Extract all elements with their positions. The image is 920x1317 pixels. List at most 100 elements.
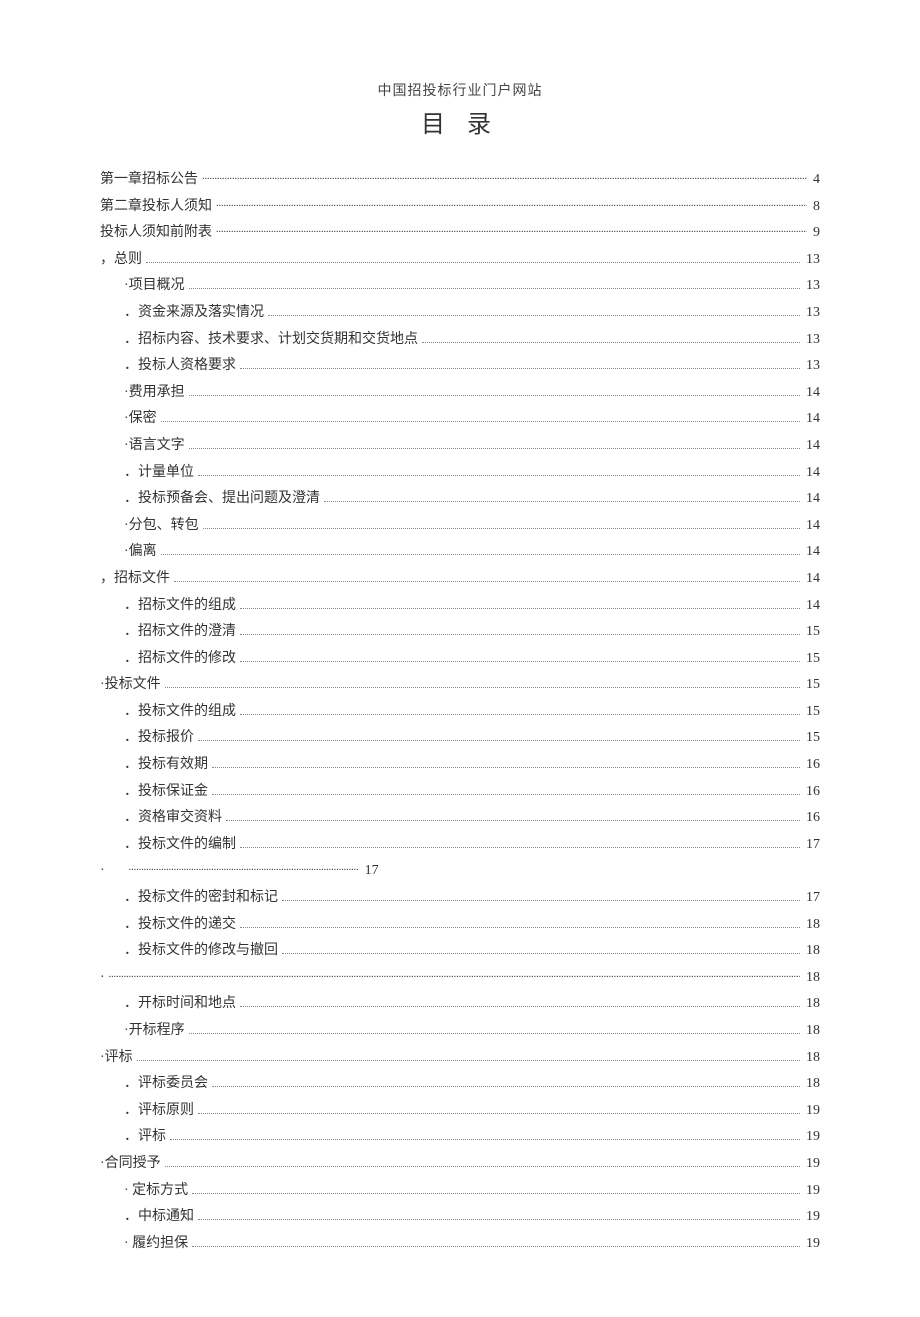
toc-entry-page: 19	[804, 1178, 820, 1205]
toc-entry-text: ·评标	[100, 1045, 133, 1072]
toc-entry: ·合同授予19	[100, 1151, 820, 1178]
toc-leader	[189, 448, 800, 449]
toc-entry: ·投标文件 15	[100, 672, 820, 699]
toc-entry: ．评标委员会18	[100, 1071, 820, 1098]
toc-entry: ．招标文件的修改 15	[100, 646, 820, 673]
toc-entry: ·开标程序18	[100, 1018, 820, 1045]
toc-entry-page: 8	[811, 194, 820, 221]
toc-entry-page: 13	[804, 247, 820, 274]
toc-entry: ·17	[100, 858, 820, 885]
toc-entry-page: 19	[804, 1231, 820, 1258]
toc-entry-page: 14	[804, 539, 820, 566]
toc-entry-page: 14	[804, 406, 820, 433]
toc-entry: ·分包、转包 14	[100, 513, 820, 540]
toc-entry-page: 15	[804, 725, 820, 752]
toc-leader	[109, 967, 800, 981]
toc-entry-page: 19	[804, 1124, 820, 1151]
toc-leader	[192, 1193, 800, 1194]
toc-entry-text: ．中标通知	[124, 1204, 194, 1231]
toc-leader	[198, 1219, 800, 1220]
toc-entry: ·偏离14	[100, 539, 820, 566]
toc-entry: 第二章投标人须知 8	[100, 194, 820, 221]
toc-entry: ．资格审交资料16	[100, 805, 820, 832]
toc-entry-page: 19	[804, 1098, 820, 1125]
toc-entry: 投标人须知前附表9	[100, 220, 820, 247]
toc-entry-text: ．投标保证金	[124, 779, 208, 806]
toc-entry: ．招标文件的组成14	[100, 593, 820, 620]
toc-entry-page: 14	[804, 486, 820, 513]
toc-entry-page: 15	[804, 672, 820, 699]
toc-entry: ．投标人资格要求 13	[100, 353, 820, 380]
toc-entry-text: ·开标程序	[124, 1018, 185, 1045]
toc-entry-text: ．投标有效期	[124, 752, 208, 779]
toc-entry: ．评标 19	[100, 1124, 820, 1151]
toc-entry: ·保密 14	[100, 406, 820, 433]
toc-entry: · 履约担保 19	[100, 1231, 820, 1258]
toc-leader	[189, 1033, 800, 1034]
toc-entry-text: ．招标内容、技术要求、计划交货期和交货地点	[124, 327, 418, 354]
toc-leader	[161, 554, 800, 555]
toc-entry-text: ．投标文件的递交	[124, 912, 236, 939]
toc-entry-page: 19	[804, 1151, 820, 1178]
toc-entry-text: ·	[100, 965, 105, 992]
toc-entry-page: 17	[804, 885, 820, 912]
toc-entry: ·项目概况13	[100, 273, 820, 300]
toc-entry-text: ．评标原则	[124, 1098, 194, 1125]
toc-entry-page: 18	[804, 1071, 820, 1098]
toc-leader	[189, 288, 800, 289]
toc-entry-text: ．投标人资格要求	[124, 353, 236, 380]
toc-entry-page: 18	[804, 1045, 820, 1072]
toc-leader	[226, 820, 800, 821]
toc-entry-text: ·投标文件	[100, 672, 161, 699]
toc-leader	[240, 714, 800, 715]
toc-leader	[170, 1139, 800, 1140]
toc-entry-page: 14	[804, 513, 820, 540]
toc-entry-text: ·保密	[124, 406, 157, 433]
toc-entry-text: ．开标时间和地点	[124, 991, 236, 1018]
toc-entry-text: · 履约担保	[124, 1231, 188, 1258]
toc-leader	[282, 953, 800, 954]
toc-entry-page: 15	[804, 646, 820, 673]
toc-leader	[422, 342, 800, 343]
toc-entry-text: ，总则	[100, 247, 142, 274]
toc-entry: ，招标文件14	[100, 566, 820, 593]
toc-entry-page: 19	[804, 1204, 820, 1231]
toc-entry: ·18	[100, 965, 820, 992]
toc-leader	[240, 927, 800, 928]
toc-list: 第一章招标公告4第二章投标人须知8投标人须知前附表9，总则13·项目概况13．资…	[100, 167, 820, 1257]
toc-entry-text: ．评标	[124, 1124, 166, 1151]
document-page: 中国招投标行业门户网站 目 录 第一章招标公告4第二章投标人须知8投标人须知前附…	[0, 0, 920, 1317]
toc-leader	[165, 1166, 800, 1167]
toc-entry-page: 18	[804, 938, 820, 965]
toc-leader	[212, 767, 800, 768]
toc-entry-page: 13	[804, 353, 820, 380]
toc-entry-text: ．资格审交资料	[124, 805, 222, 832]
toc-leader	[240, 661, 800, 662]
toc-entry-text: 投标人须知前附表	[100, 220, 212, 247]
toc-entry: ．招标文件的澄清15	[100, 619, 820, 646]
toc-entry-text: ．投标文件的修改与撤回	[124, 938, 278, 965]
toc-leader	[137, 1060, 800, 1061]
toc-entry-page: 17	[363, 858, 379, 885]
toc-entry-page: 15	[804, 619, 820, 646]
toc-entry: ．投标预备会、提出问题及澄清14	[100, 486, 820, 513]
toc-entry-text: ·分包、转包	[124, 513, 199, 540]
toc-entry-text: ．招标文件的修改	[124, 646, 236, 673]
toc-title: 目 录	[100, 104, 820, 139]
toc-entry-text: 第二章投标人须知	[100, 194, 212, 221]
toc-entry: ．投标文件的密封和标记 17	[100, 885, 820, 912]
toc-entry-text: ．投标报价	[124, 725, 194, 752]
toc-entry-text: ．投标文件的密封和标记	[124, 885, 278, 912]
toc-leader	[129, 860, 359, 874]
toc-entry: ．投标报价 15	[100, 725, 820, 752]
toc-entry-text: ．计量单位	[124, 460, 194, 487]
page-header: 中国招投标行业门户网站	[100, 80, 820, 100]
toc-leader	[212, 794, 800, 795]
toc-leader	[198, 740, 800, 741]
toc-entry: ．评标原则 19	[100, 1098, 820, 1125]
toc-entry-page: 14	[804, 460, 820, 487]
toc-entry: ．投标有效期16	[100, 752, 820, 779]
toc-entry: ，总则 13	[100, 247, 820, 274]
toc-entry: ．开标时间和地点18	[100, 991, 820, 1018]
toc-leader	[240, 368, 800, 369]
